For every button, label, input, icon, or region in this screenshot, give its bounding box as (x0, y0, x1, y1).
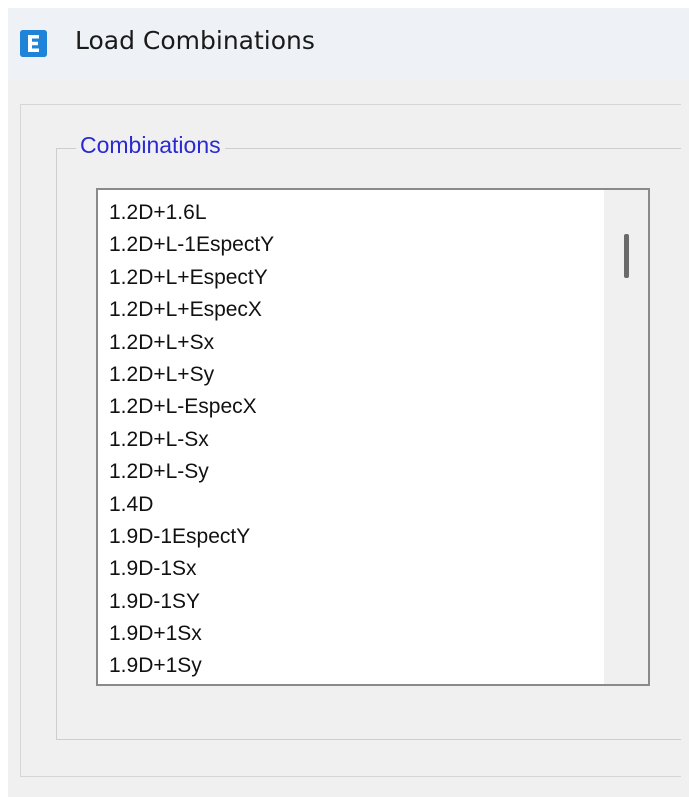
list-item[interactable]: 1.2D+L-1EspectY (98, 229, 606, 261)
list-item[interactable]: 1.2D+L-EspecX (98, 391, 606, 423)
vertical-scrollbar[interactable] (604, 190, 648, 684)
list-item[interactable]: 1.9D-1SY (98, 586, 606, 618)
title-bar: Load Combinations (8, 8, 689, 80)
combinations-group-label: Combinations (76, 132, 225, 159)
scrollbar-thumb[interactable] (624, 234, 629, 278)
combinations-list: 1.2D+1.6L 1.2D+L-1EspectY 1.2D+L+EspectY… (98, 197, 606, 683)
list-item[interactable]: 1.2D+L+EspecX (98, 294, 606, 326)
list-item[interactable]: 1.9D+1Sy (98, 650, 606, 682)
list-item[interactable]: 1.2D+1.6L (98, 197, 606, 229)
list-item[interactable]: 1.9D-1Sx (98, 553, 606, 585)
list-item[interactable]: 1.2D+L-Sx (98, 424, 606, 456)
list-item[interactable]: 1.2D+L+EspectY (98, 262, 606, 294)
list-item[interactable]: 1.4D (98, 489, 606, 521)
list-item[interactable]: 1.2D+L-Sy (98, 456, 606, 488)
list-item[interactable]: 1.2D+L+Sy (98, 359, 606, 391)
app-logo-e-glyph (20, 30, 47, 57)
combinations-listbox[interactable]: 1.2D+1.6L 1.2D+L-1EspectY 1.2D+L+EspectY… (96, 188, 650, 686)
list-item[interactable]: 1.9D+1Sx (98, 618, 606, 650)
list-item[interactable]: 1.9D-1EspectY (98, 521, 606, 553)
app-logo-icon (20, 30, 47, 57)
window-title: Load Combinations (75, 26, 315, 55)
list-item[interactable]: 1.2D+L+Sx (98, 327, 606, 359)
